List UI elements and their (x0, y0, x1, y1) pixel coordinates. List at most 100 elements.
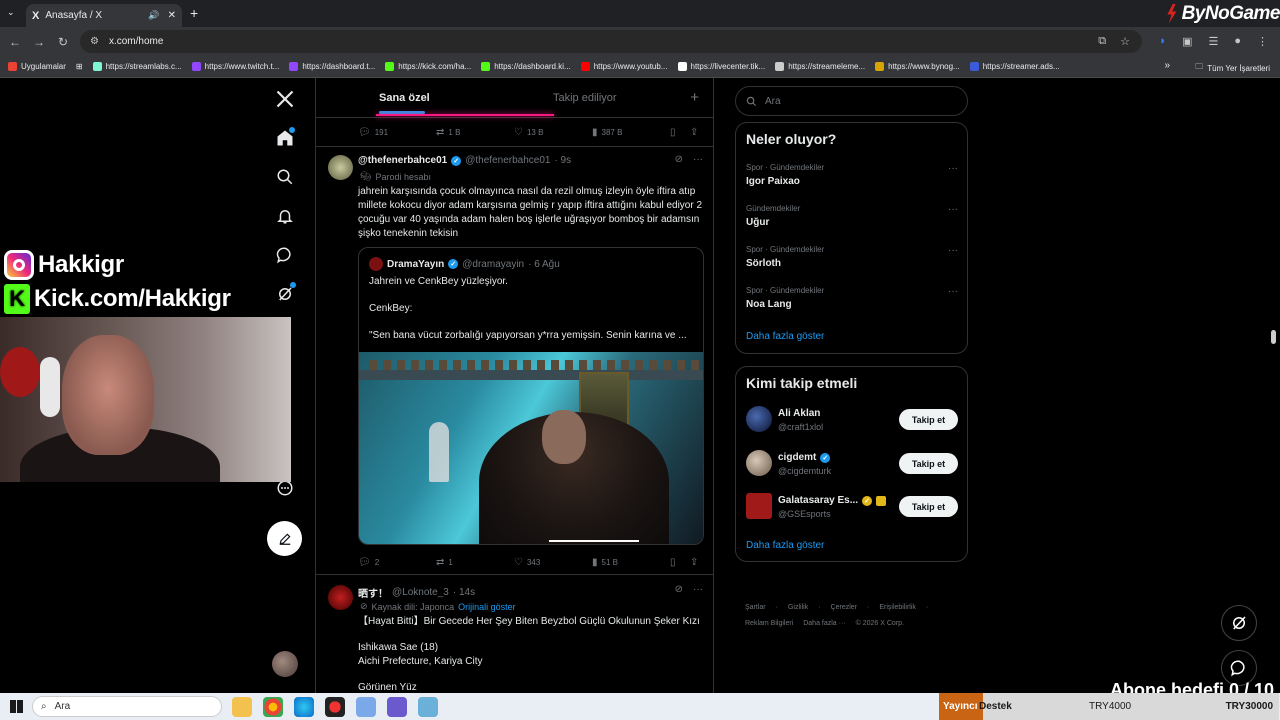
search-input[interactable]: Ara (735, 86, 968, 116)
repost-button[interactable]: ⇄ 1 B (436, 127, 460, 138)
footer-link[interactable]: Erişilebilirlik (879, 604, 916, 611)
bookmark-item[interactable]: https://www.bynog... (875, 62, 960, 71)
trend-more-icon[interactable]: ··· (948, 286, 958, 297)
x-logo-icon[interactable] (274, 88, 296, 110)
tweet-avatar[interactable] (328, 155, 353, 180)
tweet[interactable]: @thefenerbahce01 ✓ @thefenerbahce01 · 9s… (316, 147, 713, 575)
compose-post-button[interactable] (267, 521, 302, 556)
home-icon[interactable] (274, 127, 296, 149)
site-info-icon[interactable]: ⚙ (90, 36, 99, 47)
chrome-icon[interactable] (263, 697, 283, 717)
extension-icon[interactable]: ◗ (1159, 35, 1166, 48)
bookmark-item[interactable]: https://dashboard.t... (289, 62, 375, 71)
reading-list-icon[interactable]: ☰ (1208, 35, 1218, 48)
bookmark-item[interactable]: https://kick.com/ha... (385, 62, 471, 71)
add-tab-icon[interactable]: + (690, 89, 699, 106)
like-button[interactable]: ♡ 13 B (514, 127, 543, 138)
reply-button[interactable]: 💬︎ 2 (358, 557, 379, 568)
trends-show-more-link[interactable]: Daha fazla göster (746, 331, 824, 342)
tab-x-home[interactable]: X Anasayfa / X 🔊 ✕ (26, 4, 182, 27)
bookmarks-overflow-icon[interactable]: » (1164, 60, 1170, 71)
follow-button[interactable]: Takip et (899, 453, 958, 474)
account-avatar[interactable] (272, 651, 298, 677)
tweet-author-name[interactable]: 晒す！ (358, 585, 388, 600)
bookmark-item[interactable]: https://livecenter.tik... (677, 62, 765, 71)
quoted-video[interactable] (359, 352, 703, 544)
views-button[interactable]: ▮ 51 B (592, 557, 618, 568)
who-show-more-link[interactable]: Daha fazla göster (746, 540, 824, 551)
follow-button[interactable]: Takip et (899, 409, 958, 430)
bookmark-item[interactable]: https://streamer.ads... (969, 62, 1060, 71)
repost-button[interactable]: ⇄ 1 (436, 557, 453, 568)
quoted-tweet[interactable]: DramaYayın ✓ @dramayayin · 6 Ağu Jahrein… (358, 247, 704, 545)
grok-explain-icon[interactable]: ⊘ (675, 584, 683, 595)
footer-link[interactable]: Şartlar (745, 604, 766, 611)
footer-link[interactable]: Çerezler (831, 604, 857, 611)
bookmark-button[interactable]: ▯ (670, 557, 676, 568)
trend-more-icon[interactable]: ··· (948, 204, 958, 215)
trend-item[interactable]: Spor · Gündemdekiler Igor Paixao ··· (746, 163, 958, 187)
bookmark-item[interactable]: https://www.twitch.t... (191, 62, 279, 71)
more-options-icon[interactable]: ··· (693, 584, 703, 595)
bookmark-item[interactable]: https://dashboard.ki... (481, 62, 571, 71)
notifications-bell-icon[interactable] (274, 205, 296, 227)
bookmark-button[interactable]: ▯ (670, 127, 676, 138)
more-options-icon[interactable]: ··· (693, 154, 703, 165)
extensions-puzzle-icon[interactable]: ▣ (1182, 35, 1192, 48)
grok-float-button[interactable] (1221, 605, 1257, 641)
trend-item[interactable]: Gündemdekiler Uğur ··· (746, 204, 958, 228)
edge-icon[interactable] (294, 697, 314, 717)
menu-kebab-icon[interactable]: ⋮ (1257, 35, 1268, 48)
follow-suggestion[interactable]: Ali Aklan @craft1xlol Takip et (746, 406, 958, 436)
footer-link[interactable]: Reklam Bilgileri (745, 620, 793, 627)
tweet-time[interactable]: · 9s (554, 155, 571, 166)
reload-icon[interactable]: ↻ (51, 35, 75, 49)
profile-avatar-icon[interactable]: ● (1234, 35, 1241, 48)
tweet-author-handle[interactable]: @Loknote_3 (392, 587, 449, 598)
tab-following[interactable]: Takip ediliyor (553, 92, 617, 104)
share-button[interactable]: ⇪ (690, 557, 698, 568)
follow-button[interactable]: Takip et (899, 496, 958, 517)
tweet-author-name[interactable]: @thefenerbahce01 (358, 155, 447, 166)
omnibox[interactable]: ⚙ x.com/home ⧉ ☆ (80, 30, 1142, 53)
discord-icon[interactable] (387, 697, 407, 717)
show-original-link[interactable]: Orijinali göster (458, 602, 516, 612)
reply-button[interactable]: 💬︎ 191 (358, 127, 388, 138)
search-icon[interactable] (274, 166, 296, 188)
share-button[interactable]: ⇪ (690, 127, 698, 138)
avatar[interactable] (746, 406, 772, 432)
taskbar-search[interactable]: ⌕ Ara (32, 696, 222, 717)
footer-link[interactable]: Gizlilik (788, 604, 808, 611)
tweet-avatar[interactable] (328, 585, 353, 610)
trend-item[interactable]: Spor · Gündemdekiler Noa Lang ··· (746, 286, 958, 310)
file-explorer-icon[interactable] (232, 697, 252, 717)
forward-icon[interactable]: → (27, 35, 51, 49)
windows-start-icon[interactable] (10, 700, 23, 713)
footer-link[interactable]: Daha fazla ··· (803, 620, 845, 627)
avatar[interactable] (746, 450, 772, 476)
grok-icon[interactable] (274, 282, 296, 305)
trend-more-icon[interactable]: ··· (948, 245, 958, 256)
tab-for-you[interactable]: Sana özel (379, 92, 430, 104)
all-bookmarks-folder[interactable]: 🗀 Tüm Yer İşaretleri (1195, 61, 1270, 75)
galatasaray-logo[interactable] (746, 493, 772, 519)
tweet-time[interactable]: · 14s (453, 587, 475, 598)
close-tab-icon[interactable]: ✕ (168, 10, 176, 21)
video-progress-bar[interactable] (549, 540, 639, 542)
follow-suggestion[interactable]: cigdemt ✓ @cigdemturk Takip et (746, 450, 958, 480)
trend-item[interactable]: Spor · Gündemdekiler Sörloth ··· (746, 245, 958, 269)
app-icon[interactable] (356, 697, 376, 717)
bookmark-item[interactable]: https://streamlabs.c... (92, 62, 182, 71)
obs-icon[interactable] (325, 697, 345, 717)
trend-more-icon[interactable]: ··· (948, 163, 958, 174)
like-button[interactable]: ♡ 343 (514, 557, 540, 568)
page-scrollbar[interactable] (1271, 330, 1276, 344)
bookmark-item[interactable]: https://streameleme... (775, 62, 865, 71)
sound-icon[interactable]: 🔊 (148, 10, 159, 21)
tweet-author-handle[interactable]: @thefenerbahce01 (465, 155, 550, 166)
install-app-icon[interactable]: ⧉ (1098, 35, 1106, 48)
views-button[interactable]: ▮ 387 B (592, 127, 622, 138)
bookmark-star-icon[interactable]: ☆ (1120, 35, 1130, 48)
follow-suggestion[interactable]: Galatasaray Es... ✓ @GSEsports Takip et (746, 493, 958, 523)
back-icon[interactable]: ← (3, 35, 27, 49)
